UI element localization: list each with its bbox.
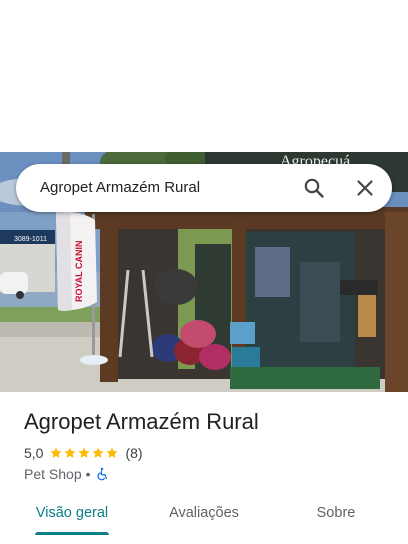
pet-carrier xyxy=(230,322,255,344)
place-category: Pet Shop xyxy=(24,466,82,482)
separator-dot: • xyxy=(85,466,91,482)
pet-bed xyxy=(180,320,216,348)
star-icon xyxy=(50,447,63,458)
window-display xyxy=(255,247,290,297)
car xyxy=(0,272,28,294)
tab-overview[interactable]: Visão geral xyxy=(16,494,128,532)
roadside-sign: 3089-1011 xyxy=(14,236,47,243)
close-icon[interactable] xyxy=(353,176,377,200)
wheelchair-icon xyxy=(95,467,109,481)
place-title: Agropet Armazém Rural xyxy=(24,409,259,434)
umbrella xyxy=(340,280,378,295)
tab-about[interactable]: Sobre xyxy=(280,494,392,532)
pet-bed xyxy=(154,269,198,305)
window-display xyxy=(300,262,340,342)
review-count[interactable]: (8) xyxy=(125,445,142,461)
active-tab-indicator xyxy=(35,532,109,535)
rating-value: 5,0 xyxy=(24,445,44,461)
car-wheel xyxy=(16,291,24,299)
search-icon[interactable] xyxy=(302,176,326,200)
flag-edge xyxy=(56,212,72,311)
category-row: Pet Shop • xyxy=(24,465,109,483)
wooden-pillar xyxy=(385,212,408,392)
flag-brand-text: ROYAL CANIN xyxy=(74,240,84,302)
rating-row[interactable]: 5,0 (8) xyxy=(24,444,143,462)
flag-base xyxy=(80,355,108,365)
search-input[interactable]: Agropet Armazém Rural xyxy=(40,164,200,212)
pet-carrier xyxy=(232,347,260,367)
pet-bed xyxy=(199,344,231,370)
green-floor xyxy=(230,367,380,389)
blank-map-area xyxy=(0,0,408,152)
star-icon xyxy=(78,447,91,458)
star-icon xyxy=(64,447,77,458)
star-icon xyxy=(106,447,119,458)
search-bar[interactable]: Agropet Armazém Rural xyxy=(16,164,392,212)
tab-bar: Visão geral Avaliações Sobre xyxy=(0,494,408,544)
tab-reviews[interactable]: Avaliações xyxy=(148,494,260,532)
star-rating xyxy=(49,446,119,460)
star-icon xyxy=(92,447,105,458)
brooms xyxy=(358,292,376,337)
